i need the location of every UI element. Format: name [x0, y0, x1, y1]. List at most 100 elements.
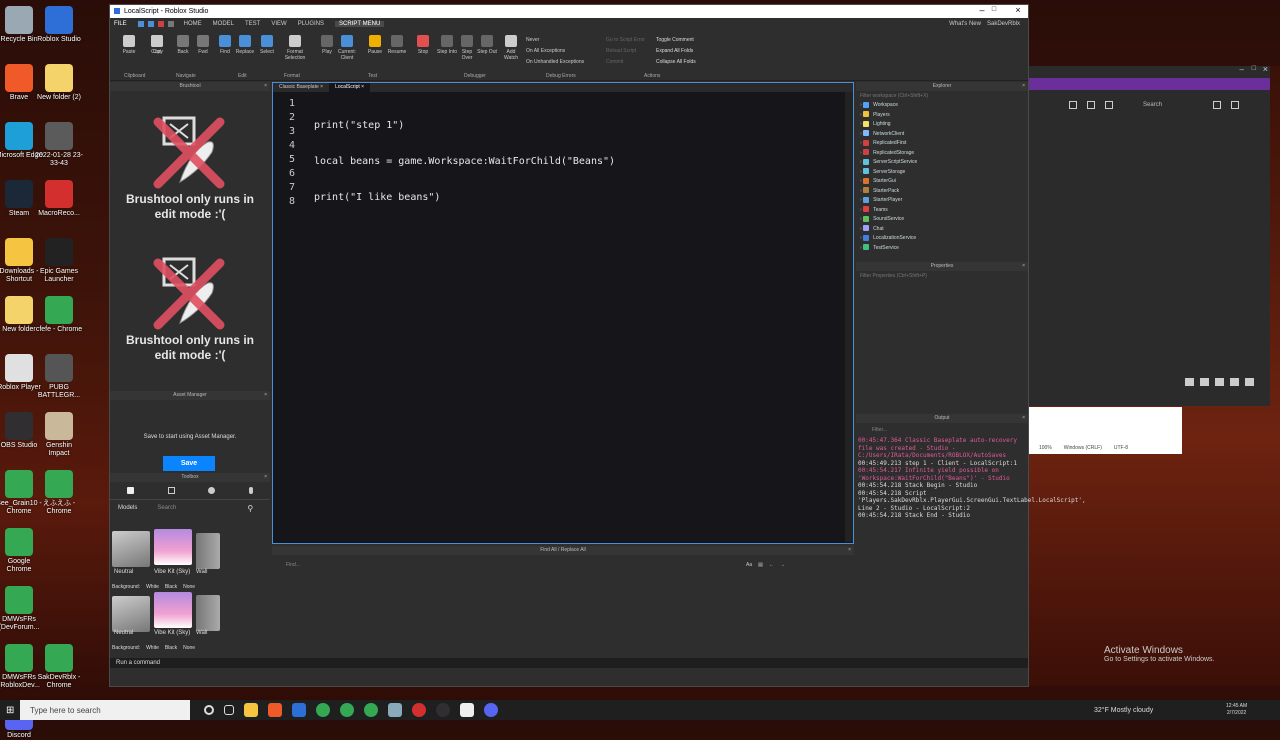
match-case-icon[interactable]: Aa [746, 562, 752, 568]
find-input[interactable]: Find... [286, 562, 746, 568]
toolbar-icon[interactable] [1231, 101, 1239, 109]
toolbar-icon[interactable] [1245, 378, 1254, 386]
menu-home[interactable]: HOME [184, 21, 202, 27]
minimize-icon[interactable]: – [1240, 65, 1244, 74]
ribbon-button[interactable]: Select [256, 35, 278, 55]
toolbox-item-thumb[interactable] [196, 533, 220, 569]
brave-icon[interactable] [268, 703, 282, 717]
debug-errors-option[interactable]: On Unhandled Exceptions [526, 59, 584, 65]
explorer-item[interactable]: › ServerScriptService [860, 158, 1028, 168]
category-dropdown[interactable]: Models [118, 505, 137, 511]
clock-icon[interactable] [208, 487, 216, 494]
discord-icon[interactable] [484, 703, 498, 717]
search-icon[interactable]: ⚲ [247, 504, 253, 513]
action-button[interactable]: Expand All Folds [656, 48, 693, 54]
menu-script-menu[interactable]: SCRIPT MENU [335, 20, 385, 27]
menu-test[interactable]: TEST [245, 21, 260, 27]
explorer-item[interactable]: › ReplicatedStorage [860, 149, 1028, 159]
toolbar-icon[interactable] [1213, 101, 1221, 109]
explorer-item[interactable]: › SoundService [860, 215, 1028, 225]
ribbon-button[interactable]: Step Out [476, 35, 498, 55]
ribbon-button[interactable]: Add Watch [500, 35, 522, 61]
ribbon-button[interactable]: Step Over [456, 35, 478, 61]
ribbon-button[interactable]: Fwd [192, 35, 214, 55]
taskbar-search[interactable]: Type here to search [20, 700, 190, 720]
task-view-icon[interactable] [224, 705, 234, 715]
maximize-icon[interactable]: □ [982, 6, 1006, 13]
ribbon-button[interactable]: Find [214, 35, 236, 55]
roblox-studio-icon[interactable] [292, 703, 306, 717]
desktop-icon[interactable]: Roblox Studio [35, 6, 83, 44]
ribbon-button[interactable]: Copy [146, 35, 168, 55]
close-icon[interactable]: × [1263, 64, 1268, 74]
start-icon[interactable]: ⊞ [6, 705, 14, 716]
menu-view[interactable]: VIEW [271, 21, 286, 27]
desktop-icon[interactable]: 2022-01-28 23-33-43 [35, 122, 83, 168]
inventory-icon[interactable] [126, 487, 134, 494]
explorer-item[interactable]: › Players [860, 111, 1028, 121]
desktop-icon[interactable]: えふえふ - Chrome [35, 470, 83, 516]
user-name[interactable]: SakDevRblx [987, 21, 1020, 27]
explorer-item[interactable]: › Lighting [860, 120, 1028, 130]
background-none[interactable]: None [183, 584, 195, 590]
close-icon[interactable]: × [264, 473, 267, 482]
chrome-icon[interactable] [316, 703, 330, 717]
code-area[interactable]: print("step 1") local beans = game.Works… [314, 97, 615, 263]
ribbon-button[interactable]: Resume [386, 35, 408, 55]
whole-word-icon[interactable]: ▤ [758, 562, 763, 568]
toolbox-search[interactable]: Search [157, 505, 227, 511]
desktop-icon[interactable]: DMWsFRs (DevForum... [0, 586, 43, 632]
explorer-item[interactable]: › TestService [860, 244, 1028, 254]
background-none[interactable]: None [183, 645, 195, 651]
command-bar[interactable]: Run a command [110, 658, 1028, 668]
close-icon[interactable]: × [1022, 414, 1025, 423]
prev-icon[interactable]: ← [769, 562, 774, 568]
cortana-icon[interactable] [204, 705, 214, 715]
explorer-item[interactable]: › Chat [860, 225, 1028, 235]
close-icon[interactable]: × [1006, 5, 1030, 15]
command-input[interactable]: Run a command [116, 660, 160, 666]
explorer-item[interactable]: › LocalizationService [860, 234, 1028, 244]
toolbar-icon[interactable] [1215, 378, 1224, 386]
desktop-icon[interactable]: SakDevRblx - Chrome [35, 644, 83, 690]
creations-icon[interactable] [249, 487, 254, 494]
notepad-icon[interactable] [388, 703, 402, 717]
explorer-item[interactable]: › Teams [860, 206, 1028, 216]
toolbox-item-thumb[interactable] [154, 592, 192, 628]
desktop-icon[interactable]: cfefe - Chrome [35, 296, 83, 334]
action-button[interactable]: Commit [606, 59, 623, 65]
weather[interactable]: 32°F Mostly cloudy [1094, 707, 1153, 714]
explorer-item[interactable]: › NetworkClient [860, 130, 1028, 140]
background-black[interactable]: Black [165, 645, 177, 651]
ribbon-button[interactable]: Step Into [436, 35, 458, 55]
close-icon[interactable]: × [264, 391, 267, 400]
ribbon-button[interactable]: Paste [118, 35, 140, 55]
ribbon-button[interactable]: Stop [412, 35, 434, 55]
debug-errors-option[interactable]: On All Exceptions [526, 48, 565, 54]
ribbon-button[interactable]: Replace [234, 35, 256, 55]
debug-errors-option[interactable]: Never [526, 37, 539, 43]
toolbar-icon[interactable] [1087, 101, 1095, 109]
side-search[interactable]: Search [1143, 102, 1203, 108]
explorer-item[interactable]: › Workspace [860, 101, 1028, 111]
chrome-icon[interactable] [364, 703, 378, 717]
tab-classic-baseplate[interactable]: Classic Baseplate × [273, 83, 329, 92]
ribbon-button[interactable]: Pause [364, 35, 386, 55]
explorer-item[interactable]: › ReplicatedFirst [860, 139, 1028, 149]
ribbon-button[interactable]: Current: Client [336, 35, 358, 61]
desktop-icon[interactable]: Genshin Impact [35, 412, 83, 458]
undo-icon[interactable] [147, 20, 154, 27]
explorer-item[interactable]: › ServerStorage [860, 168, 1028, 178]
toolbar-icon[interactable] [1185, 378, 1194, 386]
toolbox-item-thumb[interactable] [196, 595, 220, 631]
script-editor[interactable]: Classic Baseplate × LocalScript × 1 2 3 4 5 6… [272, 82, 854, 544]
background-white[interactable]: White [146, 645, 159, 651]
record-icon[interactable] [157, 20, 164, 27]
toolbox-item-thumb[interactable] [154, 529, 192, 565]
file-icon[interactable] [460, 703, 474, 717]
desktop-icon[interactable]: Google Chrome [0, 528, 43, 574]
redo-icon[interactable] [167, 20, 174, 27]
ribbon-button[interactable]: Format Selection [284, 35, 306, 61]
toolbar-icon[interactable] [1069, 101, 1077, 109]
tab-localscript[interactable]: LocalScript × [329, 83, 371, 92]
